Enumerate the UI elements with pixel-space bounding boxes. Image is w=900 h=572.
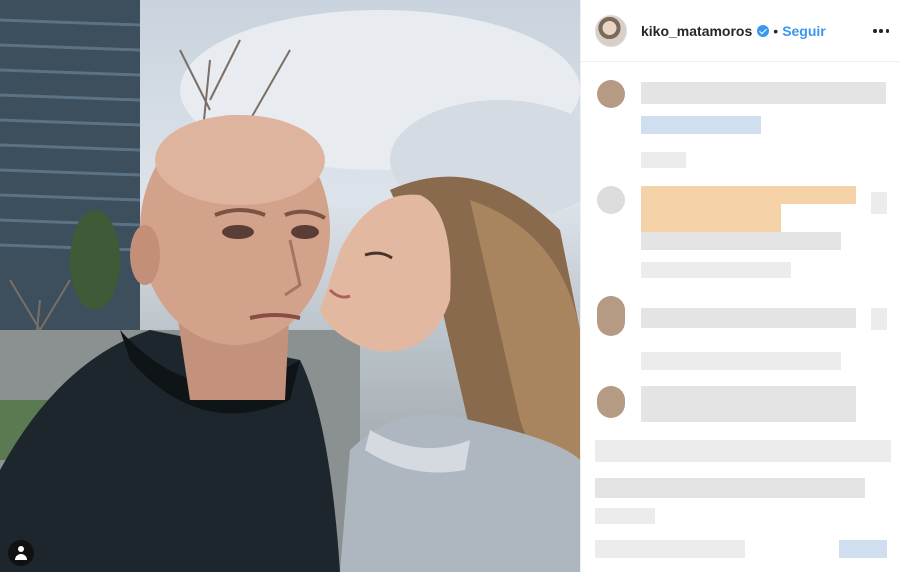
- comment-like-blurred[interactable]: [871, 308, 887, 330]
- instagram-post: kiko_matamoros • Seguir: [0, 0, 900, 572]
- more-options-icon[interactable]: [873, 23, 889, 39]
- comment-avatar[interactable]: [597, 296, 625, 336]
- comment-avatar[interactable]: [597, 80, 625, 108]
- comment-text-blurred: [641, 232, 841, 250]
- comment-like-blurred[interactable]: [871, 192, 887, 214]
- follow-button[interactable]: Seguir: [782, 23, 826, 39]
- post-photo[interactable]: [0, 0, 580, 572]
- comment-text-blurred: [641, 262, 791, 278]
- user-tag-icon[interactable]: [8, 540, 34, 566]
- comment-avatar[interactable]: [597, 386, 625, 418]
- post-actions-blurred[interactable]: [839, 540, 887, 558]
- comment-text-blurred: [641, 308, 856, 328]
- username-link[interactable]: kiko_matamoros: [641, 23, 752, 39]
- comment-text-blurred: [641, 186, 856, 204]
- post-sidebar: kiko_matamoros • Seguir: [580, 0, 900, 572]
- comment-text-blurred: [595, 508, 655, 524]
- comment-text-blurred: [641, 386, 856, 422]
- avatar[interactable]: [595, 14, 627, 47]
- photo-illustration: [0, 0, 580, 572]
- post-actions-blurred[interactable]: [595, 540, 745, 558]
- comment-text-blurred: [641, 204, 781, 232]
- comment-text-blurred: [641, 116, 761, 134]
- comment-text-blurred: [595, 440, 891, 462]
- post-header: kiko_matamoros • Seguir: [581, 0, 900, 62]
- comment-text-blurred: [595, 478, 865, 498]
- comment-text-blurred: [641, 352, 841, 370]
- comment-meta-blurred: [641, 152, 686, 168]
- verified-badge-icon: [757, 24, 770, 37]
- comment-text-blurred: [641, 82, 886, 104]
- comment-avatar[interactable]: [597, 186, 625, 214]
- separator-dot: •: [773, 22, 779, 39]
